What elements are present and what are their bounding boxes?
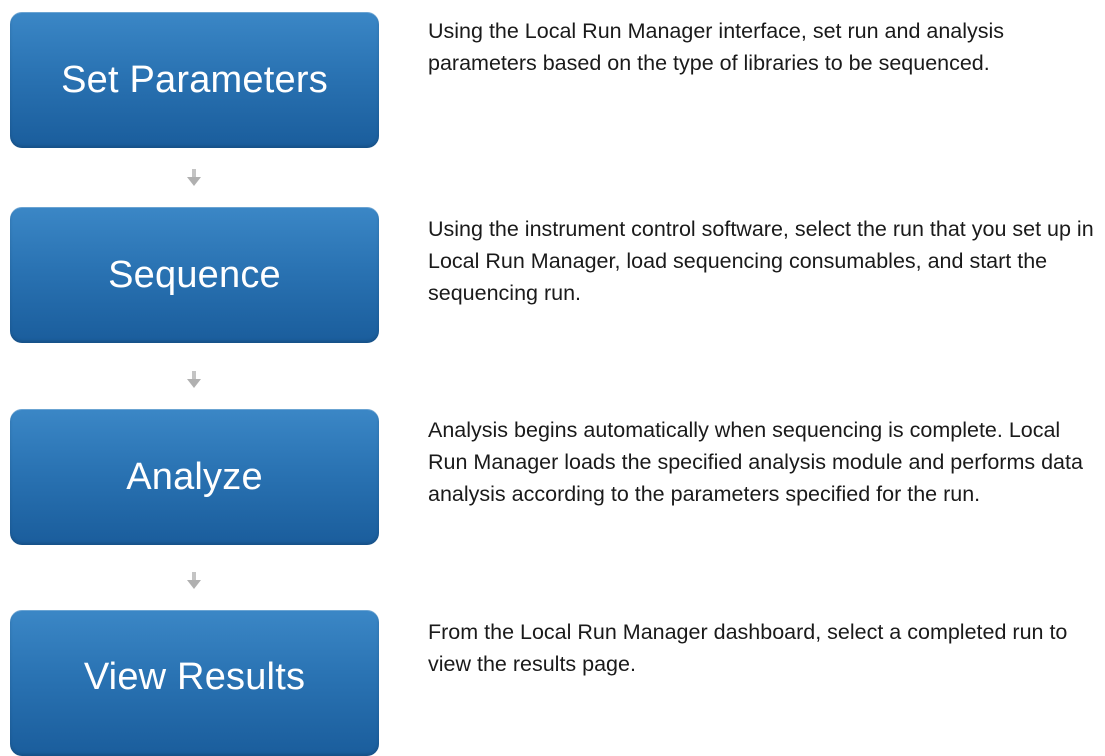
step-label-sequence: Sequence xyxy=(108,253,281,296)
step-description-set-parameters: Using the Local Run Manager interface, s… xyxy=(428,19,1005,75)
step-box-set-parameters: Set Parameters xyxy=(10,12,379,148)
step-description-analyze: Analysis begins automatically when seque… xyxy=(428,418,1083,506)
step-label-view-results: View Results xyxy=(83,655,306,698)
down-arrow-icon xyxy=(187,371,201,388)
step-description-sequence: Using the instrument control software, s… xyxy=(428,217,1094,305)
step-box-sequence: Sequence xyxy=(10,207,379,343)
down-arrow-icon xyxy=(187,572,201,589)
step-label-analyze: Analyze xyxy=(126,455,263,498)
step-box-view-results: View Results xyxy=(10,610,379,756)
step-box-analyze: Analyze xyxy=(10,409,379,545)
down-arrow-icon xyxy=(187,169,201,186)
step-description-view-results: From the Local Run Manager dashboard, se… xyxy=(428,620,1068,676)
step-label-set-parameters: Set Parameters xyxy=(61,58,328,101)
